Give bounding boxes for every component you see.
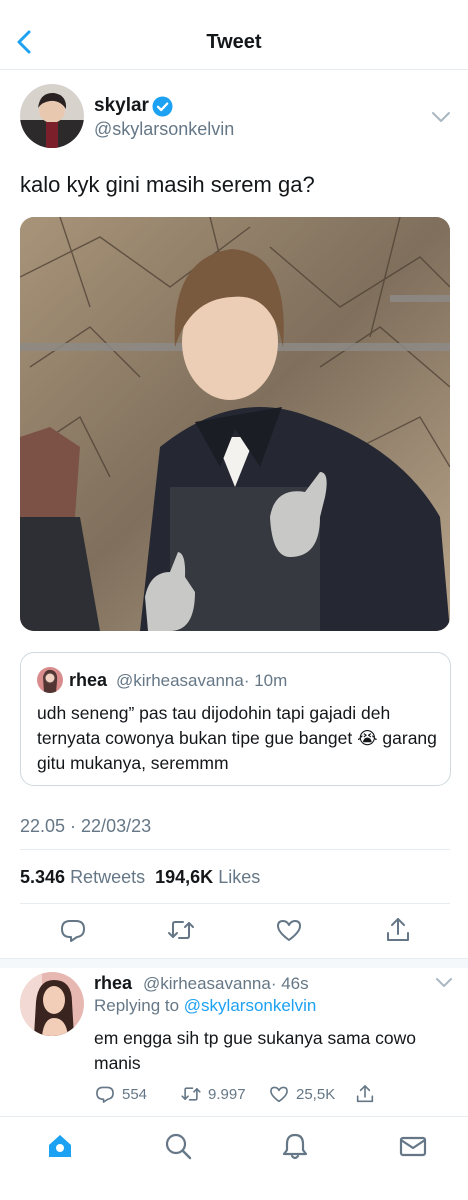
quote-text: udh seneng” pas tau dijodohin tapi gajad… (37, 703, 437, 773)
verified-badge-icon (152, 96, 173, 117)
reply-retweets-count: 9.997 (208, 1085, 246, 1103)
reply-author-handle[interactable]: @kirheasavanna· 46s (143, 974, 309, 994)
reply-text: em engga sih tp gue sukanya sama cowo ma… (94, 1028, 416, 1073)
reply-share-button[interactable] (354, 1082, 376, 1106)
divider (20, 903, 450, 904)
quote-avatar (37, 667, 63, 693)
mail-icon[interactable] (398, 1131, 428, 1161)
quoted-tweet[interactable]: rhea @kirheasavanna· 10m udh seneng” pas… (20, 652, 451, 786)
reply-icon (96, 1086, 114, 1103)
bell-icon[interactable] (280, 1131, 310, 1161)
chevron-down-icon[interactable] (434, 975, 454, 991)
reply-author-name[interactable]: rhea (94, 973, 132, 994)
retweet-icon (181, 1087, 201, 1101)
reply-likes-count: 25,5K (296, 1085, 336, 1103)
author-name[interactable]: skylar (94, 95, 149, 117)
tweet-text: kalo kyk gini masih serem ga? (20, 172, 315, 197)
section-divider (0, 958, 468, 968)
tweet-stats: 5.346 Retweets 194,6K Likes (20, 867, 260, 888)
divider (20, 849, 450, 850)
likes-count[interactable]: 194,6K (155, 867, 213, 887)
reply-like-button[interactable]: 25,5K (268, 1082, 335, 1106)
page-title: Tweet (206, 31, 262, 53)
quote-time: · 10m (243, 671, 288, 690)
search-icon[interactable] (163, 1131, 193, 1161)
tweet-timestamp: 22.05 · 22/03/23 (20, 816, 152, 836)
author-handle[interactable]: @skylarsonkelvin (94, 119, 234, 140)
reply-time: · 46s (270, 974, 309, 993)
reply-replies-count: 554 (122, 1085, 148, 1103)
quote-handle-text: @kirheasavanna (116, 671, 244, 690)
replying-to: Replying to @skylarsonkelvin (94, 996, 316, 1016)
retweets-label[interactable]: Retweets (70, 867, 145, 887)
share-icon (356, 1085, 374, 1103)
share-icon[interactable] (383, 915, 413, 945)
author-avatar[interactable] (20, 84, 84, 148)
home-icon[interactable] (45, 1131, 75, 1161)
retweet-icon[interactable] (166, 915, 196, 945)
quote-author-name: rhea (69, 670, 108, 690)
quote-author-handle: @kirheasavanna· 10m (116, 671, 287, 691)
retweets-count[interactable]: 5.346 (20, 867, 65, 887)
replying-to-handle-link[interactable]: @skylarsonkelvin (184, 996, 317, 1015)
reply-avatar[interactable] (20, 972, 84, 1036)
likes-label[interactable]: Likes (218, 867, 260, 887)
heart-icon (270, 1086, 288, 1103)
reply-reply-button[interactable]: 554 (94, 1082, 147, 1106)
heart-icon[interactable] (274, 915, 304, 945)
top-bar: Tweet (0, 0, 468, 70)
tweet-photo[interactable] (20, 217, 450, 631)
chevron-down-icon[interactable] (430, 108, 452, 126)
reply-icon[interactable] (58, 915, 88, 945)
reply-handle-text: @kirheasavanna (143, 974, 271, 993)
bottom-nav (0, 1116, 468, 1200)
replying-prefix: Replying to (94, 996, 180, 1015)
reply-retweet-button[interactable]: 9.997 (180, 1082, 246, 1106)
